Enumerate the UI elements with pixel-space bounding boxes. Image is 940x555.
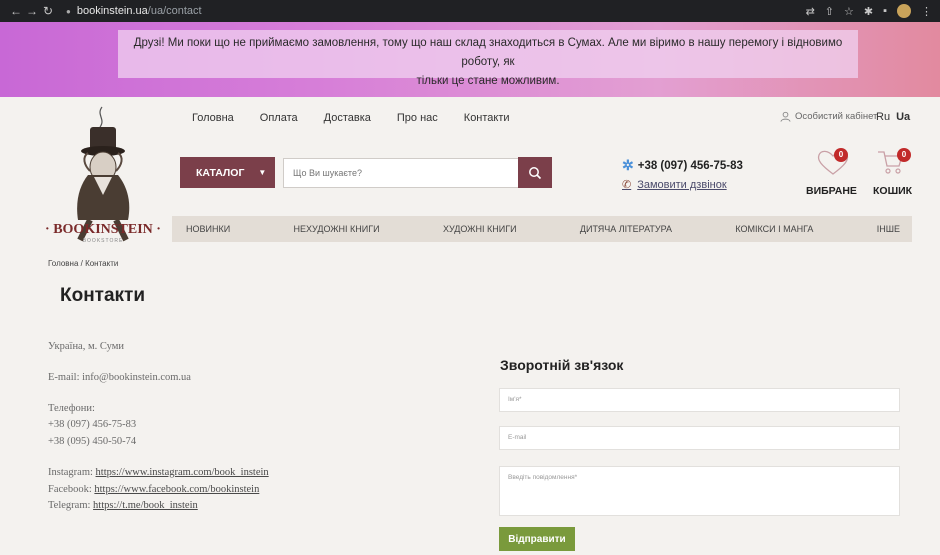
catalog-button[interactable]: КАТАЛОГ ▼ xyxy=(180,157,275,188)
lock-icon: ● xyxy=(66,6,71,16)
category-bar: НОВИНКИ НЕХУДОЖНІ КНИГИ ХУДОЖНІ КНИГИ ДИ… xyxy=(172,216,912,242)
instagram-row: Instagram: https://www.instagram.com/boo… xyxy=(48,467,269,478)
banner-line-1: Друзі! Ми поки що не приймаємо замовленн… xyxy=(133,37,843,68)
kyivstar-icon: ✲ xyxy=(622,157,634,173)
facebook-label: Facebook: xyxy=(48,484,92,495)
logo-text[interactable]: · BOOKINSTEIN · xyxy=(42,222,164,238)
phone-1: +38 (097) 456-75-83 xyxy=(48,419,137,430)
telegram-label: Telegram: xyxy=(48,500,91,511)
favorites-count-badge: 0 xyxy=(834,148,848,162)
browser-toolbar: ← → ↻ ● bookinstein.ua/ua/contact ⇄ ⇧ ☆ … xyxy=(0,0,940,22)
profile-avatar[interactable] xyxy=(897,4,911,18)
message-textarea[interactable]: Введіть повідомлення* xyxy=(499,466,900,516)
nav-link-delivery[interactable]: Доставка xyxy=(324,112,371,124)
forward-icon[interactable]: → xyxy=(24,4,40,18)
cart-count-badge: 0 xyxy=(897,148,911,162)
reload-icon[interactable]: ↻ xyxy=(40,4,56,18)
phone-2: +38 (095) 450-50-74 xyxy=(48,436,137,447)
logo-subtext: BOOKSTORE xyxy=(82,238,124,244)
user-icon xyxy=(780,111,791,122)
category-fiction[interactable]: ХУДОЖНІ КНИГИ xyxy=(443,224,517,234)
instagram-label: Instagram: xyxy=(48,467,93,478)
lang-ru[interactable]: Ru xyxy=(876,111,890,123)
nav-link-home[interactable]: Головна xyxy=(192,112,234,124)
cart-label[interactable]: КОШИК xyxy=(873,185,912,197)
category-other[interactable]: ІНШЕ xyxy=(877,224,900,234)
language-switcher: Ru Ua xyxy=(876,111,910,123)
category-nonfiction[interactable]: НЕХУДОЖНІ КНИГИ xyxy=(294,224,380,234)
nav-link-about[interactable]: Про нас xyxy=(397,112,438,124)
url-domain: bookinstein.ua xyxy=(76,5,148,17)
banner-message: Друзі! Ми поки що не приймаємо замовленн… xyxy=(118,30,858,87)
breadcrumb[interactable]: Головна / Контакти xyxy=(48,259,118,268)
nav-link-contacts[interactable]: Контакти xyxy=(464,112,510,124)
phone-icon: ✆ xyxy=(622,179,632,191)
url-path: /ua/contact xyxy=(147,5,202,17)
lang-ua[interactable]: Ua xyxy=(896,111,910,123)
bookmark-star-icon[interactable]: ☆ xyxy=(844,5,854,18)
share-icon[interactable]: ⇧ xyxy=(825,5,834,18)
feedback-title: Зворотній зв'язок xyxy=(500,357,624,373)
announcement-banner: Друзі! Ми поки що не приймаємо замовленн… xyxy=(0,22,940,97)
callback-label: Замовити дзвінок xyxy=(637,178,727,191)
facebook-link[interactable]: https://www.facebook.com/bookinstein xyxy=(94,484,259,495)
telegram-link[interactable]: https://t.me/book_instein xyxy=(93,500,198,511)
banner-line-2: тільки це стане можливим. xyxy=(416,75,560,87)
nav-link-payment[interactable]: Оплата xyxy=(260,112,298,124)
cart-button[interactable]: 0 xyxy=(875,146,911,183)
favorites-label[interactable]: ВИБРАНЕ xyxy=(806,185,857,197)
telegram-row: Telegram: https://t.me/book_instein xyxy=(48,500,198,511)
phones-label: Телефони: xyxy=(48,403,95,414)
account-label: Особистий кабінет xyxy=(795,111,878,122)
submit-button[interactable]: Відправити xyxy=(499,527,575,551)
translate-icon[interactable]: ⇄ xyxy=(806,5,815,18)
chevron-down-icon: ▼ xyxy=(258,168,267,177)
email-info: E-mail: info@bookinstein.com.ua xyxy=(48,372,191,383)
menu-icon[interactable]: ⋮ xyxy=(921,5,932,18)
callback-link[interactable]: ✆ Замовити дзвінок xyxy=(622,178,727,192)
back-icon[interactable]: ← xyxy=(8,4,24,18)
instagram-link[interactable]: https://www.instagram.com/book_instein xyxy=(96,467,269,478)
search-input[interactable] xyxy=(283,158,519,188)
search-icon xyxy=(529,166,542,179)
window-icon[interactable]: ▪ xyxy=(883,5,887,17)
email-field[interactable]: E-mail xyxy=(499,426,900,450)
address: Україна, м. Суми xyxy=(48,341,124,352)
favorites-button[interactable]: 0 xyxy=(808,146,858,183)
header-phone-number: +38 (097) 456-75-83 xyxy=(637,159,743,172)
address-bar[interactable]: ● bookinstein.ua/ua/contact xyxy=(66,5,202,17)
top-navigation: Головна Оплата Доставка Про нас Контакти xyxy=(192,112,510,124)
extensions-icon[interactable]: ✱ xyxy=(864,5,873,18)
page-title: Контакти xyxy=(60,285,146,306)
search-button[interactable] xyxy=(518,157,552,188)
account-link[interactable]: Особистий кабінет xyxy=(780,111,877,122)
catalog-label: КАТАЛОГ xyxy=(196,166,245,179)
category-new[interactable]: НОВИНКИ xyxy=(186,224,230,234)
facebook-row: Facebook: https://www.facebook.com/booki… xyxy=(48,484,259,495)
header-phone[interactable]: ✲ +38 (097) 456-75-83 xyxy=(622,157,743,174)
name-field[interactable]: Ім'я* xyxy=(499,388,900,412)
category-comics[interactable]: КОМІКСИ І МАНГА xyxy=(735,224,813,234)
category-children[interactable]: ДИТЯЧА ЛІТЕРАТУРА xyxy=(580,224,672,234)
